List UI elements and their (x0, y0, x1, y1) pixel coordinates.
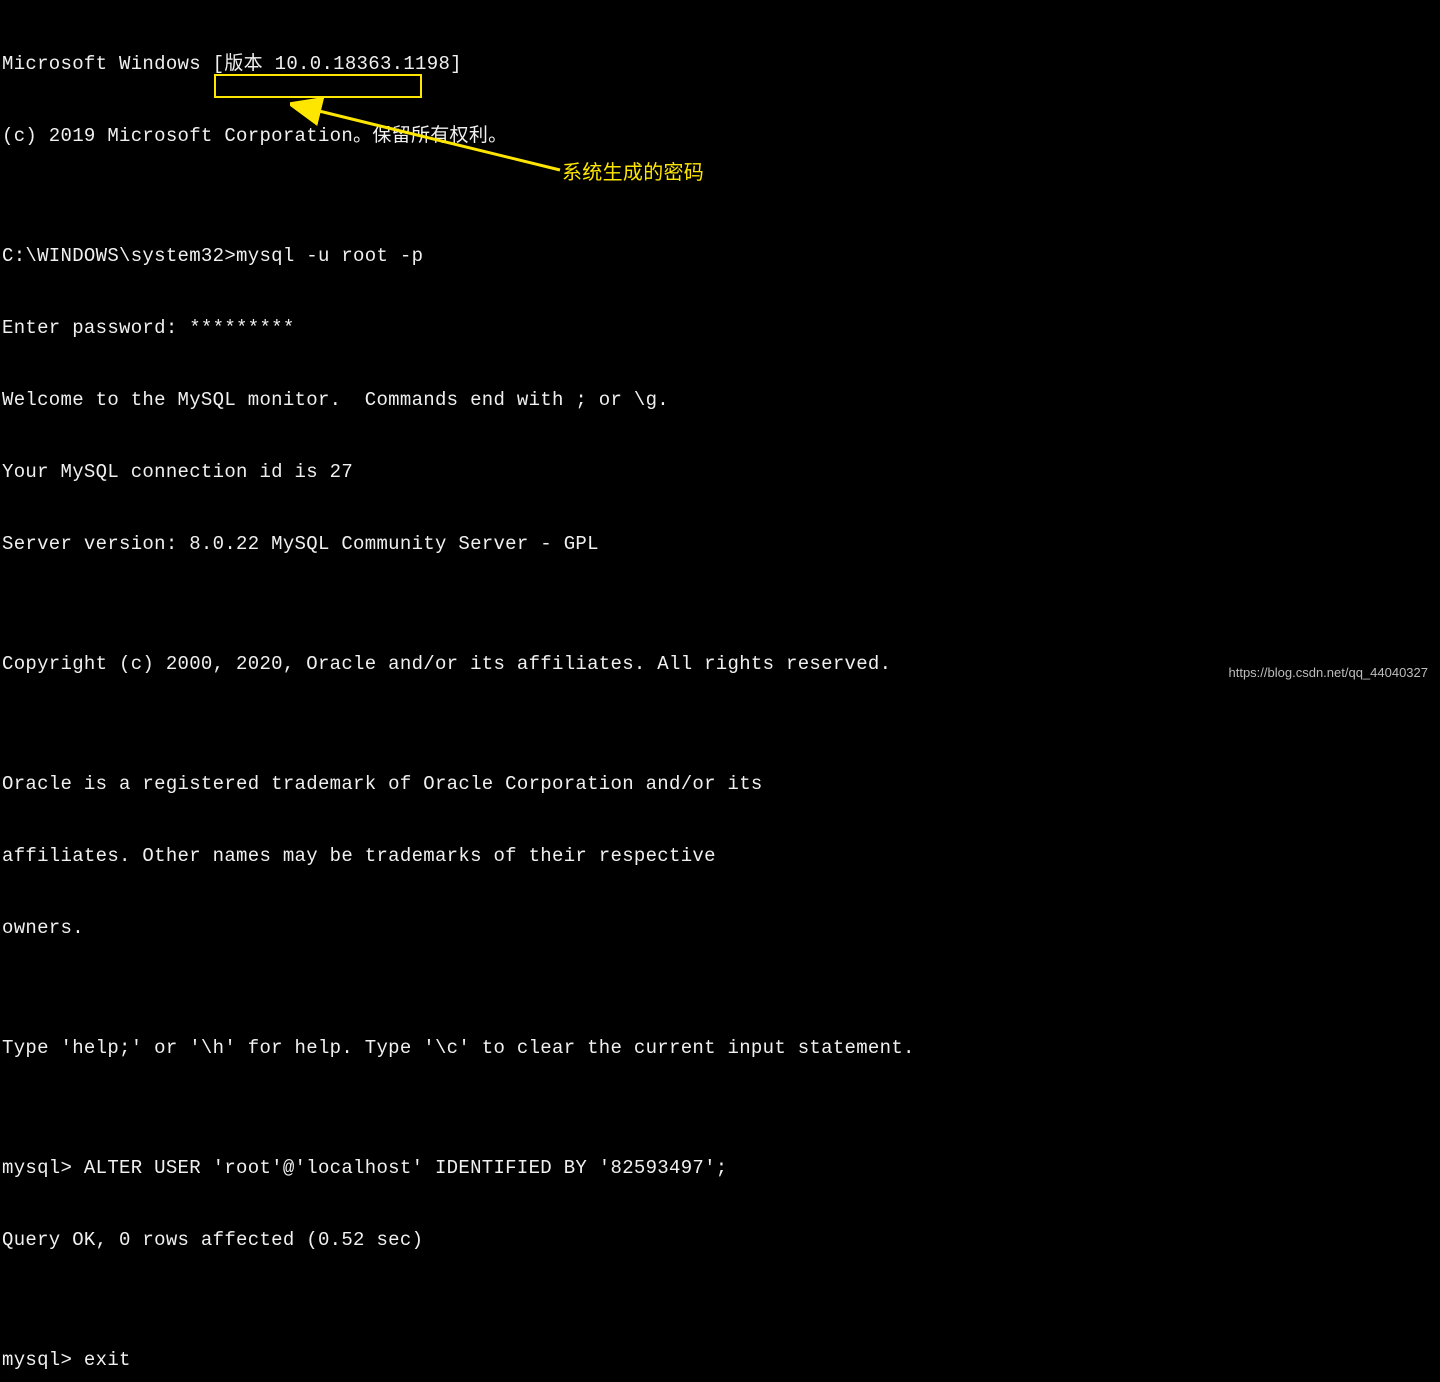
terminal-line: Server version: 8.0.22 MySQL Community S… (2, 532, 1438, 556)
terminal-line: Enter password: ********* (2, 316, 1438, 340)
terminal-line: Welcome to the MySQL monitor. Commands e… (2, 388, 1438, 412)
terminal-line: affiliates. Other names may be trademark… (2, 844, 1438, 868)
terminal-line: (c) 2019 Microsoft Corporation。保留所有权利。 (2, 124, 1438, 148)
terminal-line: Microsoft Windows [版本 10.0.18363.1198] (2, 52, 1438, 76)
terminal-line: Type 'help;' or '\h' for help. Type '\c'… (2, 1036, 1438, 1060)
terminal-line: C:\WINDOWS\system32>mysql -u root -p (2, 244, 1438, 268)
terminal-line: mysql> ALTER USER 'root'@'localhost' IDE… (2, 1156, 1438, 1180)
terminal-output[interactable]: Microsoft Windows [版本 10.0.18363.1198] (… (2, 4, 1438, 1382)
terminal-line: mysql> exit (2, 1348, 1438, 1372)
terminal-line: Query OK, 0 rows affected (0.52 sec) (2, 1228, 1438, 1252)
terminal-line: owners. (2, 916, 1438, 940)
terminal-line: Your MySQL connection id is 27 (2, 460, 1438, 484)
watermark-text: https://blog.csdn.net/qq_44040327 (1229, 661, 1429, 685)
terminal-line: Oracle is a registered trademark of Orac… (2, 772, 1438, 796)
terminal-line: Copyright (c) 2000, 2020, Oracle and/or … (2, 652, 1438, 676)
